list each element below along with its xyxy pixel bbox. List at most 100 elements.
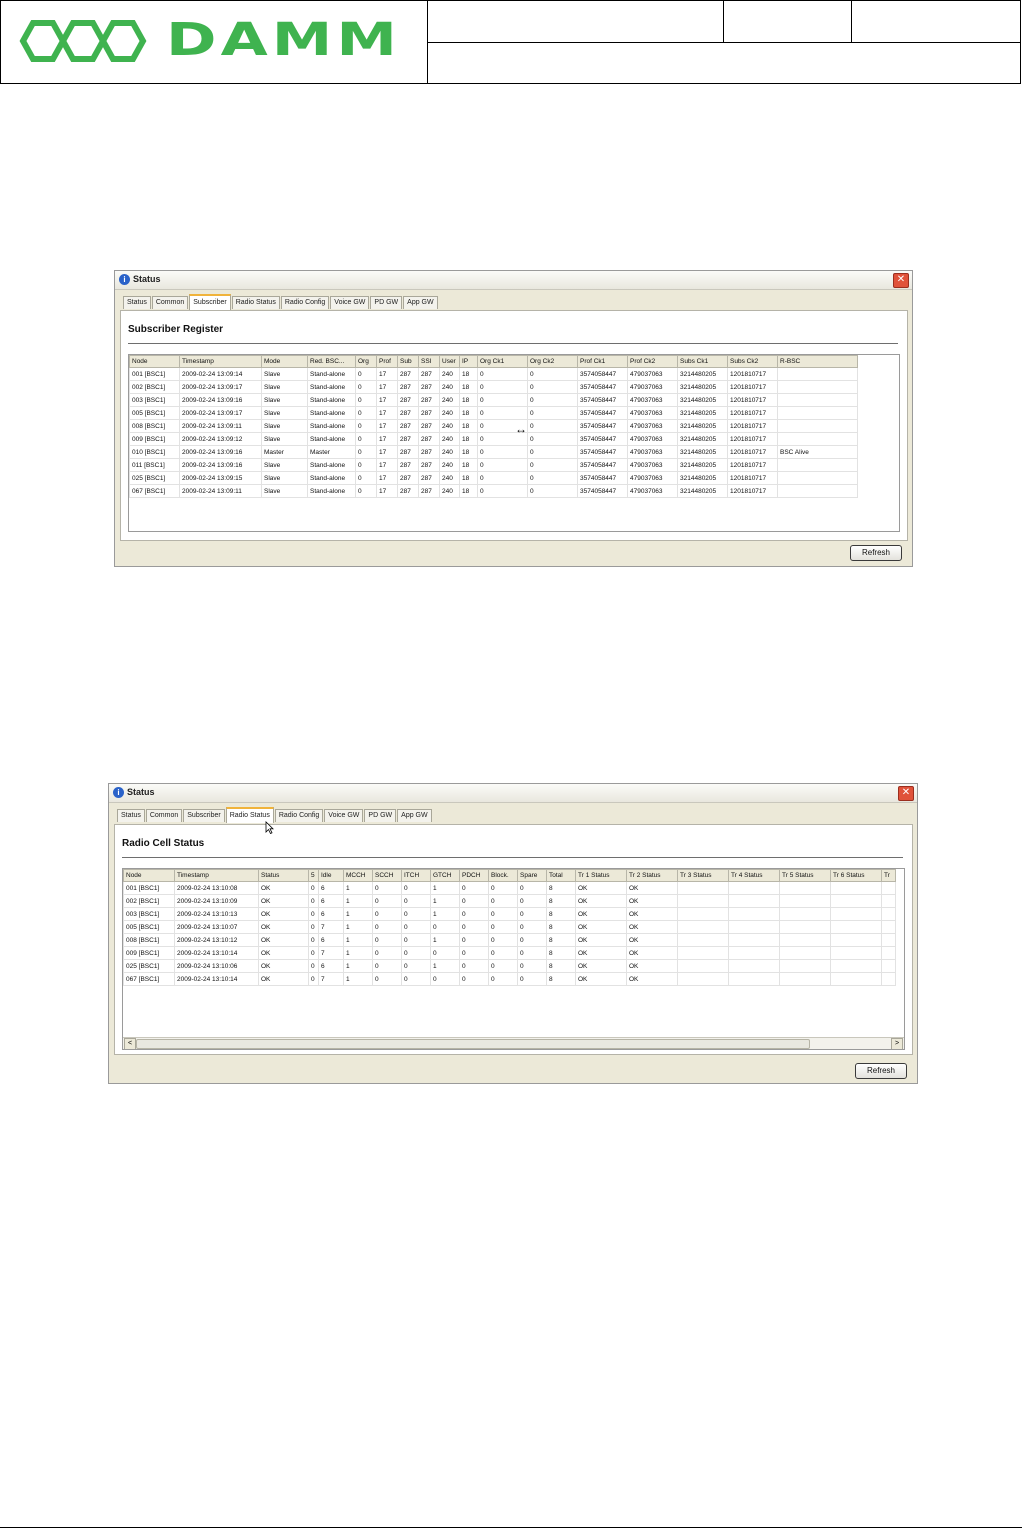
- tab-radio-config[interactable]: Radio Config: [274, 809, 324, 822]
- column-header-prof-ck2[interactable]: Prof Ck2: [627, 355, 678, 368]
- column-header-idle[interactable]: Idle: [318, 869, 344, 882]
- table-row[interactable]: 025 [BSC1] 2009-02-24 13:09:15 Slave Stand-…: [129, 471, 858, 485]
- tab-common[interactable]: Common: [145, 809, 183, 822]
- table-row[interactable]: 003 [BSC1] 2009-02-24 13:09:16 Slave Stand-…: [129, 393, 858, 407]
- column-header-tr-2-status[interactable]: Tr 2 Status: [626, 869, 678, 882]
- scroll-right-icon[interactable]: >: [891, 1038, 903, 1049]
- column-header-r-bsc[interactable]: R-BSC: [777, 355, 858, 368]
- table-cell: [830, 907, 882, 921]
- table-row[interactable]: 067 [BSC1] 2009-02-24 13:10:14 OK 0 7 1 0 0 0 0 0 0…: [123, 972, 896, 986]
- column-header-prof[interactable]: Prof: [376, 355, 398, 368]
- column-header-ssi[interactable]: SSI: [418, 355, 440, 368]
- table-row[interactable]: 005 [BSC1] 2009-02-24 13:10:07 OK 0 7 1 0 0 0 0 0 0…: [123, 920, 896, 934]
- column-header-spare[interactable]: Spare: [517, 869, 547, 882]
- column-header-tr-1-status[interactable]: Tr 1 Status: [575, 869, 627, 882]
- tab-status[interactable]: Status: [123, 296, 151, 309]
- column-header-block[interactable]: Block.: [488, 869, 518, 882]
- column-header-sub[interactable]: Sub: [397, 355, 419, 368]
- column-header-subs-ck2[interactable]: Subs Ck2: [727, 355, 778, 368]
- column-header-prof-ck1[interactable]: Prof Ck1: [577, 355, 628, 368]
- scroll-thumb[interactable]: [136, 1039, 810, 1049]
- column-header-status[interactable]: Status: [258, 869, 309, 882]
- table-cell: 0: [488, 894, 518, 908]
- column-header-ip[interactable]: IP: [459, 355, 478, 368]
- column-header-5[interactable]: 5: [308, 869, 319, 882]
- close-icon[interactable]: ✕: [893, 273, 909, 288]
- table-cell: 0: [527, 458, 578, 472]
- column-header-tr-4-status[interactable]: Tr 4 Status: [728, 869, 780, 882]
- table-cell: 0: [372, 946, 402, 960]
- column-header-mcch[interactable]: MCCH: [343, 869, 373, 882]
- close-icon[interactable]: ✕: [898, 786, 914, 801]
- column-header-itch[interactable]: ITCH: [401, 869, 431, 882]
- tab-subscriber[interactable]: Subscriber: [189, 294, 231, 310]
- table-row[interactable]: 011 [BSC1] 2009-02-24 13:09:16 Slave Stand-…: [129, 458, 858, 472]
- tab-pd-gw[interactable]: PD GW: [370, 296, 403, 309]
- tab-subscriber[interactable]: Subscriber: [183, 809, 225, 822]
- table-cell: 0: [372, 907, 402, 921]
- column-header-org-ck2[interactable]: Org Ck2: [527, 355, 578, 368]
- scroll-left-icon[interactable]: <: [124, 1038, 136, 1049]
- table-cell: OK: [258, 972, 309, 986]
- tab-radio-config[interactable]: Radio Config: [280, 296, 330, 309]
- table-cell: [881, 894, 896, 908]
- column-header-tr-3-status[interactable]: Tr 3 Status: [677, 869, 729, 882]
- table-row[interactable]: 009 [BSC1] 2009-02-24 13:10:14 OK 0 7 1 0 0 0 0 0 0…: [123, 946, 896, 960]
- table-cell: 240: [439, 419, 460, 433]
- column-header-timestamp[interactable]: Timestamp: [179, 355, 262, 368]
- table-cell: 18: [459, 484, 478, 498]
- horizontal-scrollbar[interactable]: < >: [123, 1037, 904, 1049]
- table-cell: 240: [439, 393, 460, 407]
- table-row[interactable]: 001 [BSC1] 2009-02-24 13:10:08 OK 0 6 1 0 0 1 0 0 0…: [123, 881, 896, 895]
- title-bar[interactable]: i Status ✕: [109, 784, 917, 803]
- title-bar[interactable]: i Status ✕: [115, 271, 912, 290]
- column-header-mode[interactable]: Mode: [261, 355, 308, 368]
- tab-app-gw[interactable]: App GW: [397, 809, 432, 822]
- column-header-tr-5-status[interactable]: Tr 5 Status: [779, 869, 831, 882]
- refresh-button[interactable]: Refresh: [855, 1063, 907, 1079]
- table-cell: 287: [418, 471, 440, 485]
- table-row[interactable]: 002 [BSC1] 2009-02-24 13:09:17 Slave Stand-…: [129, 380, 858, 394]
- table-row[interactable]: 008 [BSC1] 2009-02-24 13:09:11 Slave Stand-…: [129, 419, 858, 433]
- table-row[interactable]: 025 [BSC1] 2009-02-24 13:10:06 OK 0 6 1 0 0 1 0 0 0…: [123, 959, 896, 973]
- table-row[interactable]: 009 [BSC1] 2009-02-24 13:09:12 Slave Stand-…: [129, 432, 858, 446]
- table-row[interactable]: 005 [BSC1] 2009-02-24 13:09:17 Slave Stand-…: [129, 406, 858, 420]
- column-header-tr-6-status[interactable]: Tr 6 Status: [830, 869, 882, 882]
- table-cell: OK: [258, 907, 309, 921]
- tab-voice-gw[interactable]: Voice GW: [324, 809, 364, 822]
- tab-common[interactable]: Common: [151, 296, 189, 309]
- column-header-red-bsc[interactable]: Red. BSC...: [307, 355, 356, 368]
- table-row[interactable]: 003 [BSC1] 2009-02-24 13:10:13 OK 0 6 1 0 0 1 0 0 0…: [123, 907, 896, 921]
- table-cell: 009 [BSC1]: [123, 946, 175, 960]
- tab-radio-status[interactable]: Radio Status: [231, 296, 280, 309]
- table-cell: 0: [488, 933, 518, 947]
- table-cell: [728, 920, 780, 934]
- table-cell: 0: [517, 972, 547, 986]
- tab-status[interactable]: Status: [117, 809, 145, 822]
- table-cell: 479037063: [627, 445, 678, 459]
- column-header-pdch[interactable]: PDCH: [459, 869, 489, 882]
- table-row[interactable]: 001 [BSC1] 2009-02-24 13:09:14 Slave Stand-…: [129, 367, 858, 381]
- column-header-node[interactable]: Node: [123, 869, 175, 882]
- column-header-total[interactable]: Total: [546, 869, 576, 882]
- column-header-gtch[interactable]: GTCH: [430, 869, 460, 882]
- column-header-org[interactable]: Org: [355, 355, 377, 368]
- refresh-button[interactable]: Refresh: [850, 545, 902, 561]
- table-row[interactable]: 002 [BSC1] 2009-02-24 13:10:09 OK 0 6 1 0 0 1 0 0 0…: [123, 894, 896, 908]
- tab-voice-gw[interactable]: Voice GW: [330, 296, 370, 309]
- column-header-tr[interactable]: Tr: [881, 869, 896, 882]
- column-header-subs-ck1[interactable]: Subs Ck1: [677, 355, 728, 368]
- column-header-scch[interactable]: SCCH: [372, 869, 402, 882]
- column-header-org-ck1[interactable]: Org Ck1: [477, 355, 528, 368]
- column-header-node[interactable]: Node: [129, 355, 180, 368]
- table-row[interactable]: 008 [BSC1] 2009-02-24 13:10:12 OK 0 6 1 0 0 1 0 0 0…: [123, 933, 896, 947]
- table-cell: 0: [488, 907, 518, 921]
- tab-pd-gw[interactable]: PD GW: [364, 809, 397, 822]
- column-header-user[interactable]: User: [439, 355, 460, 368]
- table-row[interactable]: 010 [BSC1] 2009-02-24 13:09:16 Master Maste…: [129, 445, 858, 459]
- column-header-timestamp[interactable]: Timestamp: [174, 869, 259, 882]
- table-row[interactable]: 067 [BSC1] 2009-02-24 13:09:11 Slave Stand-…: [129, 484, 858, 498]
- table-cell: Stand-alone: [307, 432, 356, 446]
- table-cell: 2009-02-24 13:09:15: [179, 471, 262, 485]
- tab-app-gw[interactable]: App GW: [403, 296, 438, 309]
